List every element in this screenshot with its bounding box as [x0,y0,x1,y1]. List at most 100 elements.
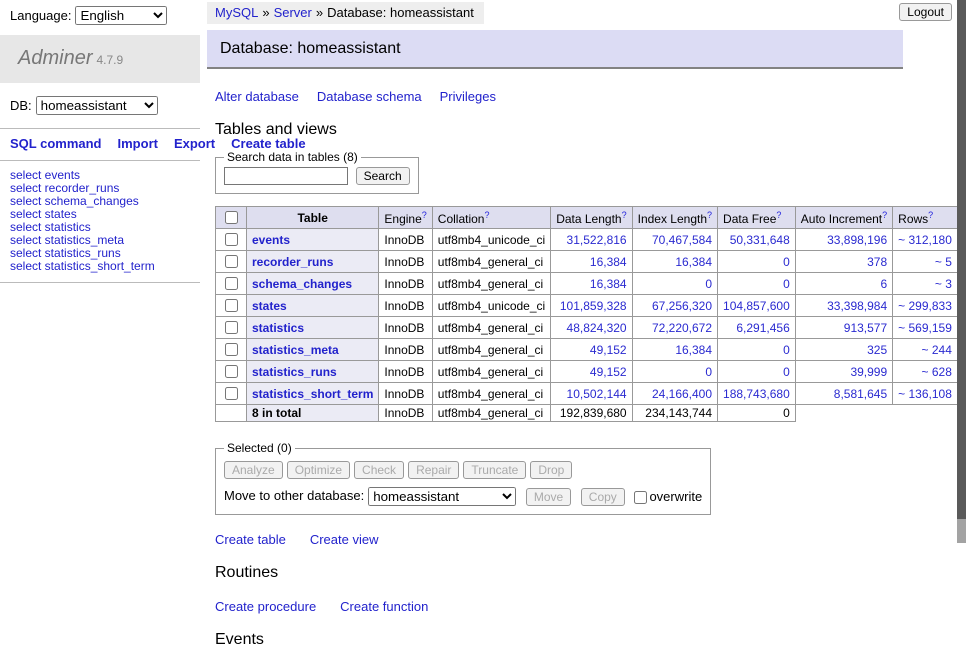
selected-buttons-row: AnalyzeOptimizeCheckRepairTruncateDrop [224,458,702,482]
rows-count-link[interactable]: ~ 312,180 [898,233,952,247]
row-checkbox[interactable] [225,299,238,312]
table-name-link[interactable]: statistics_runs [252,365,337,379]
rows-count-link[interactable]: ~ 569,159 [898,321,952,335]
sidebar-action-link[interactable]: SQL command [10,136,102,151]
logout-button[interactable]: Logout [899,3,952,21]
row-checkbox[interactable] [225,343,238,356]
row-checkbox[interactable] [225,255,238,268]
search-input[interactable] [224,167,348,185]
language-select[interactable]: English [75,6,167,25]
table-name-link[interactable]: events [252,233,290,247]
sidebar-select-table-link[interactable]: select statistics_short_term [10,260,200,273]
auto-increment-link[interactable]: 913,577 [844,321,887,335]
db-action-link[interactable]: Alter database [215,89,299,104]
totals-data-length-cell: 192,839,680 [551,405,632,422]
index-length-link[interactable]: 70,467,584 [652,233,712,247]
index-length-link[interactable]: 0 [705,277,712,291]
create-view-link[interactable]: Create view [310,532,379,547]
data-free-link[interactable]: 0 [783,255,790,269]
rows-count-link[interactable]: ~ 5 [935,255,952,269]
page-scrollbar[interactable] [957,0,966,543]
overwrite-checkbox[interactable] [634,491,647,504]
db-action-link[interactable]: Database schema [317,89,422,104]
analyze-button[interactable]: Analyze [224,461,283,479]
column-help-link[interactable]: ? [484,210,489,220]
column-header-engine: Engine? [379,207,432,229]
optimize-button[interactable]: Optimize [287,461,350,479]
rows-count-link[interactable]: ~ 3 [935,277,952,291]
data-length-link[interactable]: 16,384 [590,255,627,269]
data-free-link[interactable]: 50,331,648 [730,233,790,247]
data-length-link[interactable]: 49,152 [590,343,627,357]
move-button[interactable]: Move [526,488,571,506]
create-table-link[interactable]: Create table [215,532,286,547]
rows-count-link[interactable]: ~ 244 [922,343,952,357]
auto-increment-link[interactable]: 39,999 [850,365,887,379]
row-checkbox-cell [216,273,247,295]
table-name-link[interactable]: statistics [252,321,304,335]
truncate-button[interactable]: Truncate [463,461,526,479]
column-help-link[interactable]: ? [707,210,712,220]
index-length-link[interactable]: 0 [705,365,712,379]
breadcrumb-link[interactable]: MySQL [215,5,258,20]
column-help-link[interactable]: ? [622,210,627,220]
totals-index-length-cell: 234,143,744 [632,405,717,422]
table-name-link[interactable]: statistics_meta [252,343,339,357]
auto-increment-link[interactable]: 325 [867,343,887,357]
move-database-select[interactable]: homeassistant [368,487,516,506]
data-length-link[interactable]: 48,824,320 [567,321,627,335]
row-checkbox[interactable] [225,321,238,334]
db-select[interactable]: homeassistant [36,96,158,115]
row-checkbox[interactable] [225,365,238,378]
repair-button[interactable]: Repair [408,461,459,479]
table-name-link[interactable]: states [252,299,287,313]
create-function-link[interactable]: Create function [340,599,428,614]
rows-count-link[interactable]: ~ 628 [922,365,952,379]
index-length-link[interactable]: 16,384 [675,343,712,357]
data-free-link[interactable]: 104,857,600 [723,299,790,313]
column-help-link[interactable]: ? [882,210,887,220]
auto-increment-link[interactable]: 33,398,984 [827,299,887,313]
auto-increment-link[interactable]: 378 [867,255,887,269]
column-help-link[interactable]: ? [928,210,933,220]
data-length-link[interactable]: 10,502,144 [567,387,627,401]
search-button[interactable]: Search [356,167,410,185]
index-length-link[interactable]: 72,220,672 [652,321,712,335]
table-name-link[interactable]: recorder_runs [252,255,333,269]
drop-button[interactable]: Drop [530,461,572,479]
sidebar-action-link[interactable]: Import [118,136,158,151]
data-length-link[interactable]: 16,384 [590,277,627,291]
auto-increment-link[interactable]: 33,898,196 [827,233,887,247]
data-free-link[interactable]: 0 [783,343,790,357]
adminer-home-link[interactable]: Adminer [18,47,92,69]
table-name-link[interactable]: statistics_short_term [252,387,373,401]
breadcrumb-link[interactable]: Server [274,5,312,20]
index-length-link[interactable]: 67,256,320 [652,299,712,313]
auto-increment-link[interactable]: 8,581,645 [834,387,887,401]
data-free-link[interactable]: 6,291,456 [736,321,789,335]
row-checkbox[interactable] [225,233,238,246]
row-checkbox[interactable] [225,277,238,290]
data-free-cell: 0 [718,361,796,383]
data-free-link[interactable]: 188,743,680 [723,387,790,401]
scrollbar-thumb[interactable] [957,0,966,519]
rows-count-link[interactable]: ~ 136,108 [898,387,952,401]
data-free-link[interactable]: 0 [783,365,790,379]
create-procedure-link[interactable]: Create procedure [215,599,316,614]
row-checkbox[interactable] [225,387,238,400]
auto-increment-link[interactable]: 6 [880,277,887,291]
check-button[interactable]: Check [354,461,404,479]
data-free-link[interactable]: 0 [783,277,790,291]
data-length-link[interactable]: 31,522,816 [567,233,627,247]
copy-button[interactable]: Copy [581,488,625,506]
select-all-checkbox[interactable] [225,211,238,224]
column-help-link[interactable]: ? [776,210,781,220]
index-length-link[interactable]: 24,166,400 [652,387,712,401]
rows-count-link[interactable]: ~ 299,833 [898,299,952,313]
db-action-link[interactable]: Privileges [440,89,496,104]
column-help-link[interactable]: ? [422,210,427,220]
table-name-link[interactable]: schema_changes [252,277,352,291]
data-length-link[interactable]: 101,859,328 [560,299,627,313]
index-length-link[interactable]: 16,384 [675,255,712,269]
data-length-link[interactable]: 49,152 [590,365,627,379]
